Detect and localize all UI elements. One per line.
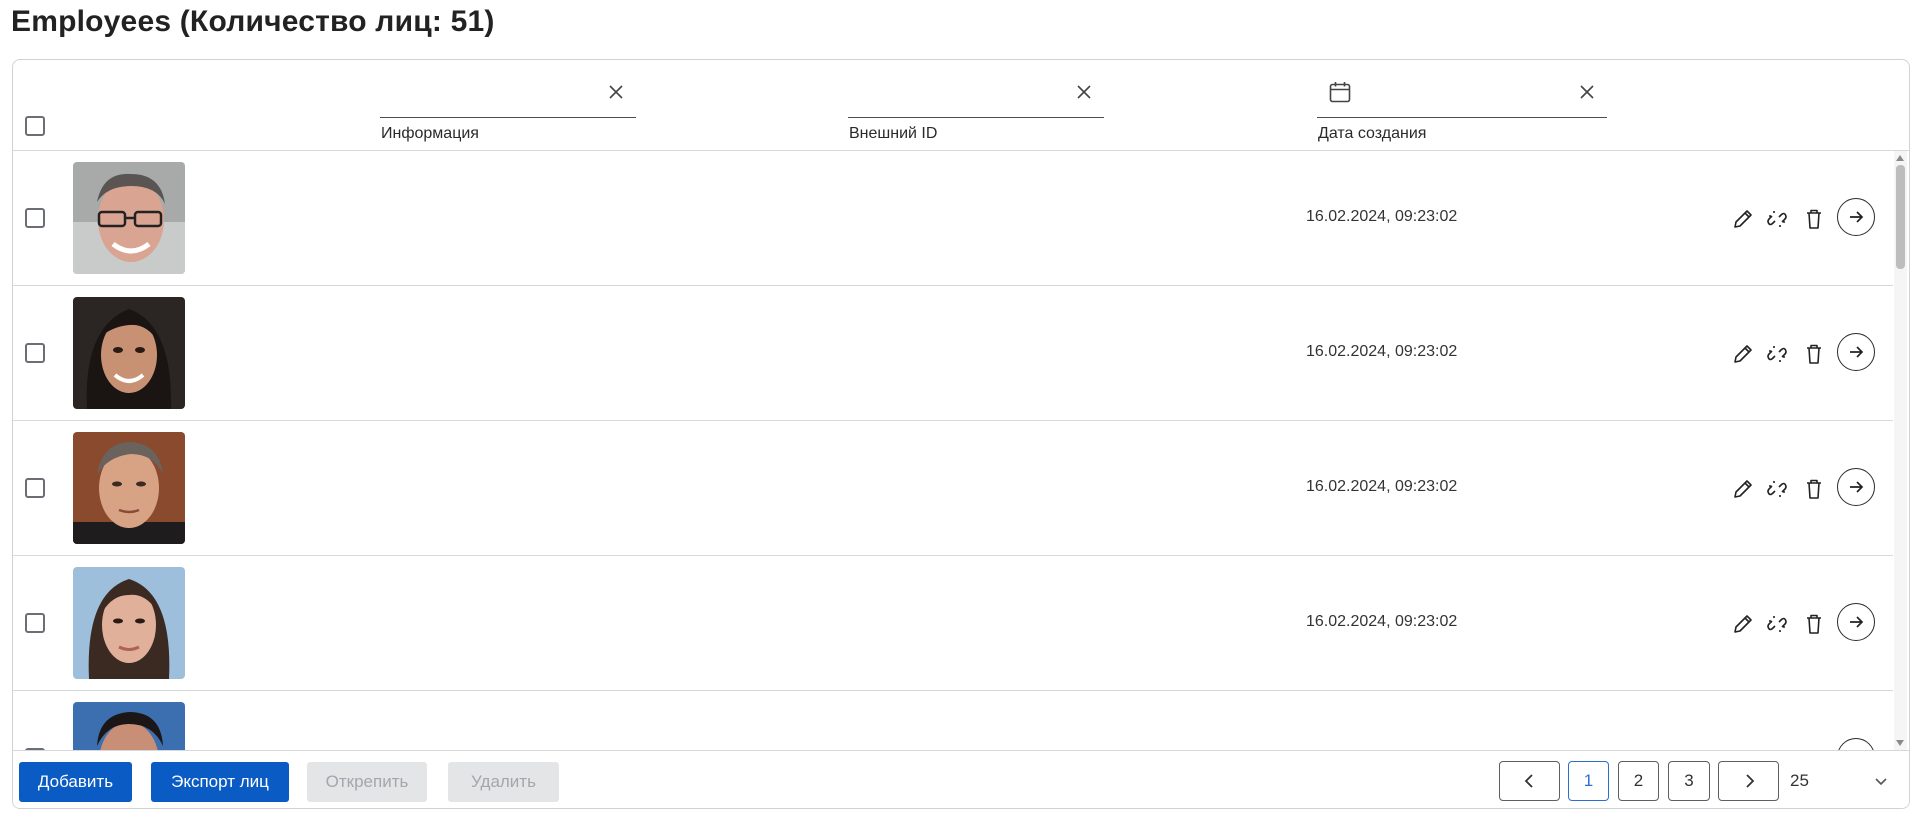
page-1-button[interactable]: 1 [1568, 761, 1609, 801]
detach-button[interactable]: Открепить [307, 762, 427, 802]
employee-photo [73, 567, 185, 679]
trash-icon[interactable] [1802, 477, 1826, 501]
add-button[interactable]: Добавить [19, 762, 132, 802]
calendar-icon[interactable] [1328, 80, 1352, 104]
chevron-right-icon [1745, 774, 1754, 788]
page-title: Employees (Количество лиц: 51) [11, 5, 495, 38]
filter-date-label: Дата создания [1318, 125, 1427, 142]
arrow-right-icon [1850, 346, 1864, 358]
pencil-icon[interactable] [1731, 207, 1755, 231]
pencil-icon[interactable] [1731, 477, 1755, 501]
created-date: 16.02.2024, 09:23:02 [1306, 478, 1458, 495]
row-checkbox[interactable] [25, 208, 45, 228]
table-body: 16.02.2024, 09:23:02 16.02.2024, 09:23:0… [13, 151, 1893, 750]
employees-table: Информация Внешний ID Дата создания 16.0… [12, 59, 1910, 809]
open-employee-button[interactable] [1837, 333, 1875, 371]
page-3-button[interactable]: 3 [1668, 761, 1710, 801]
unlink-icon[interactable] [1765, 342, 1789, 366]
created-date: 16.02.2024, 09:23:02 [1306, 613, 1458, 630]
arrow-right-icon [1850, 616, 1864, 628]
unlink-icon[interactable] [1765, 477, 1789, 501]
row-checkbox[interactable] [25, 478, 45, 498]
unlink-icon[interactable] [1765, 612, 1789, 636]
employee-photo [73, 162, 185, 274]
trash-icon[interactable] [1802, 612, 1826, 636]
clear-date-filter-icon[interactable] [1577, 82, 1597, 102]
delete-button[interactable]: Удалить [448, 762, 559, 802]
employee-photo [73, 432, 185, 544]
pencil-icon[interactable] [1731, 612, 1755, 636]
table-footer: Добавить Экспорт лиц Открепить Удалить 1… [13, 750, 1909, 808]
table-row[interactable]: 16.02.2024, 09:23:02 [13, 151, 1893, 286]
chevron-down-icon [1875, 778, 1887, 786]
row-checkbox[interactable] [25, 343, 45, 363]
prev-page-button[interactable] [1499, 761, 1560, 801]
table-row[interactable]: 16.02.2024, 09:23:02 [13, 421, 1893, 556]
table-row[interactable]: 16.02.2024, 09:23:02 [13, 286, 1893, 421]
clear-info-filter-icon[interactable] [606, 82, 626, 102]
filter-external-id-label: Внешний ID [849, 125, 938, 142]
scroll-up-arrow-icon[interactable] [1896, 155, 1904, 161]
arrow-right-icon [1850, 211, 1864, 223]
export-faces-button[interactable]: Экспорт лиц [151, 762, 289, 802]
scrollbar-thumb[interactable] [1896, 165, 1905, 269]
open-employee-button[interactable] [1837, 198, 1875, 236]
page-size-value: 25 [1790, 771, 1809, 790]
scroll-down-arrow-icon[interactable] [1896, 740, 1904, 746]
employee-photo [73, 297, 185, 409]
open-employee-button[interactable] [1837, 468, 1875, 506]
filter-created-date[interactable]: Дата создания [1317, 78, 1607, 142]
arrow-right-icon [1850, 481, 1864, 493]
open-employee-button[interactable] [1837, 603, 1875, 641]
next-page-button[interactable] [1718, 761, 1779, 801]
pencil-icon[interactable] [1731, 342, 1755, 366]
page-size-select[interactable]: 25 [1773, 761, 1903, 801]
page-2-button[interactable]: 2 [1618, 761, 1659, 801]
row-checkbox[interactable] [25, 613, 45, 633]
table-header: Информация Внешний ID Дата создания [13, 60, 1909, 151]
filter-info[interactable]: Информация [380, 78, 636, 142]
created-date: 16.02.2024, 09:23:02 [1306, 208, 1458, 225]
created-date: 16.02.2024, 09:23:02 [1306, 343, 1458, 360]
unlink-icon[interactable] [1765, 207, 1789, 231]
trash-icon[interactable] [1802, 342, 1826, 366]
table-scrollbar[interactable] [1894, 151, 1907, 750]
open-employee-button[interactable] [1837, 738, 1875, 750]
chevron-left-icon [1524, 774, 1533, 788]
trash-icon[interactable] [1802, 207, 1826, 231]
select-all-checkbox[interactable] [25, 116, 45, 136]
filter-external-id[interactable]: Внешний ID [848, 78, 1104, 142]
employee-photo [73, 702, 185, 750]
clear-external-id-filter-icon[interactable] [1074, 82, 1094, 102]
table-row[interactable] [13, 691, 1893, 750]
filter-info-label: Информация [381, 125, 479, 142]
table-row[interactable]: 16.02.2024, 09:23:02 [13, 556, 1893, 691]
